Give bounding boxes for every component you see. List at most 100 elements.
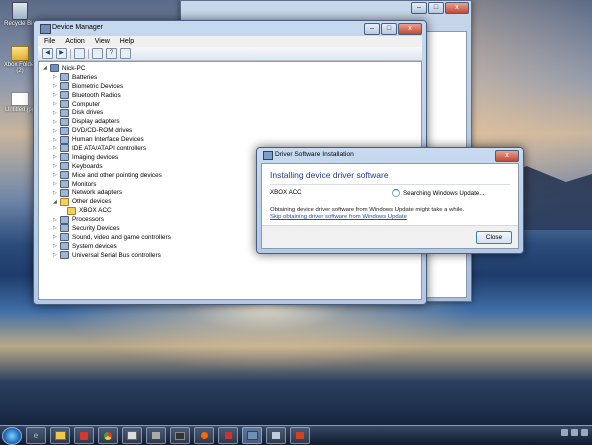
volume-tray-icon[interactable]: [571, 429, 578, 436]
tree-item[interactable]: ▷ Computer: [43, 100, 421, 109]
expand-arrow-icon[interactable]: ▷: [53, 217, 60, 223]
unknown-device-warning-icon: [67, 206, 76, 215]
disk-drive-icon: [60, 108, 69, 117]
tree-item-label: Network adapters: [72, 189, 123, 197]
install-status: Searching Windows Update...: [392, 189, 485, 197]
close-dialog-button[interactable]: Close: [476, 231, 512, 244]
dialog-title: Driver Software Installation: [275, 151, 354, 158]
menu-view[interactable]: View: [95, 38, 110, 45]
system-window-icon[interactable]: [266, 427, 286, 444]
other-devices-icon: [60, 197, 69, 206]
device-manager-taskbar-icon[interactable]: [242, 427, 262, 444]
system-tray: [561, 429, 588, 436]
expand-arrow-icon[interactable]: ▷: [53, 128, 60, 134]
tree-item[interactable]: ▷ Human Interface Devices: [43, 135, 421, 144]
expand-arrow-icon[interactable]: ▷: [53, 145, 60, 151]
tree-item-label: XBOX ACC: [79, 207, 112, 215]
forward-arrow-icon[interactable]: ▶: [56, 48, 67, 59]
expand-arrow-icon[interactable]: ▷: [53, 243, 60, 249]
tree-item[interactable]: ▷ DVD/CD-ROM drives: [43, 126, 421, 135]
tree-item-label: System devices: [72, 242, 117, 250]
tree-root[interactable]: ◢ Nick-PC: [43, 64, 421, 73]
expand-arrow-icon[interactable]: ▷: [53, 252, 60, 258]
info-note: Obtaining device driver software from Wi…: [270, 207, 465, 213]
paint-icon[interactable]: [122, 427, 142, 444]
expand-arrow-icon[interactable]: ▷: [53, 234, 60, 240]
tree-item[interactable]: ▷ Biometric Devices: [43, 82, 421, 91]
expand-arrow-icon[interactable]: ▷: [53, 137, 60, 143]
device-tool-icon[interactable]: [146, 427, 166, 444]
media-app-icon[interactable]: [74, 427, 94, 444]
tree-item-label: Bluetooth Radios: [72, 91, 121, 99]
internet-explorer-icon[interactable]: e: [26, 427, 46, 444]
menu-bar: File Action View Help: [38, 36, 422, 47]
maximize-button[interactable]: □: [381, 23, 397, 35]
tree-item-label: Human Interface Devices: [72, 136, 144, 144]
tree-item-label: Universal Serial Bus controllers: [72, 251, 161, 259]
start-orb-icon[interactable]: [2, 426, 22, 445]
power-tray-icon[interactable]: [581, 429, 588, 436]
expand-arrow-icon[interactable]: ▷: [53, 101, 60, 107]
expand-arrow-icon[interactable]: ▷: [53, 110, 60, 116]
expand-arrow-icon[interactable]: ▷: [53, 163, 60, 169]
expand-arrow-icon[interactable]: ▷: [53, 181, 60, 187]
network-tray-icon[interactable]: [561, 429, 568, 436]
install-status-text: Searching Windows Update...: [403, 189, 485, 197]
scan-hardware-icon[interactable]: [120, 48, 131, 59]
tree-item[interactable]: ▷ Disk drives: [43, 108, 421, 117]
bluetooth-icon: [60, 91, 69, 100]
close-button[interactable]: x: [495, 150, 519, 162]
skip-windows-update-link[interactable]: Skip obtaining driver software from Wind…: [270, 214, 407, 220]
collapse-arrow-icon[interactable]: ◢: [43, 65, 50, 71]
usb-icon: [60, 251, 69, 260]
close-button[interactable]: x: [445, 2, 469, 14]
dialog-footer: Close: [262, 225, 518, 248]
expand-arrow-icon[interactable]: ▷: [53, 92, 60, 98]
menu-file[interactable]: File: [44, 38, 55, 45]
back-arrow-icon[interactable]: ◀: [42, 48, 53, 59]
tree-item[interactable]: ▷ Bluetooth Radios: [43, 91, 421, 100]
driver-installation-dialog[interactable]: Driver Software Installation x Installin…: [256, 147, 524, 254]
app-red-icon[interactable]: [290, 427, 310, 444]
minimize-button[interactable]: –: [364, 23, 380, 35]
collapse-arrow-icon[interactable]: ◢: [53, 199, 60, 205]
expand-arrow-icon[interactable]: ▷: [53, 83, 60, 89]
tree-item-label: Other devices: [72, 198, 112, 206]
expand-arrow-icon[interactable]: ▷: [53, 190, 60, 196]
window-controls: – □ x: [411, 2, 469, 14]
maximize-button[interactable]: □: [428, 2, 444, 14]
keyboard-icon: [60, 162, 69, 171]
camera-icon: [60, 153, 69, 162]
network-adapter-icon: [60, 188, 69, 197]
minimize-button[interactable]: –: [411, 2, 427, 14]
display-adapter-icon: [60, 117, 69, 126]
window-controls: x: [495, 150, 519, 162]
menu-action[interactable]: Action: [65, 38, 84, 45]
chrome-icon[interactable]: [98, 427, 118, 444]
close-button[interactable]: x: [398, 23, 422, 35]
window-controls: – □ x: [364, 23, 422, 35]
toolbar-separator: [88, 48, 89, 59]
folder-explorer-icon[interactable]: [50, 427, 70, 444]
show-hide-console-tree-icon[interactable]: [74, 48, 85, 59]
tree-item-label: Mice and other pointing devices: [72, 171, 162, 179]
driver-install-icon: [263, 151, 273, 160]
image-file-icon: [11, 92, 29, 106]
tree-item[interactable]: ▷ Display adapters: [43, 117, 421, 126]
tree-item-label: Sound, video and game controllers: [72, 233, 171, 241]
properties-icon[interactable]: [92, 48, 103, 59]
expand-arrow-icon[interactable]: ▷: [53, 74, 60, 80]
camera-app-icon[interactable]: [170, 427, 190, 444]
computer-icon: [50, 64, 59, 73]
security-app-icon[interactable]: [218, 427, 238, 444]
expand-arrow-icon[interactable]: ▷: [53, 119, 60, 125]
expand-arrow-icon[interactable]: ▷: [53, 172, 60, 178]
help-icon[interactable]: ?: [106, 48, 117, 59]
toolbar-separator: [70, 48, 71, 59]
ide-controller-icon: [60, 144, 69, 153]
expand-arrow-icon[interactable]: ▷: [53, 225, 60, 231]
media-player-icon[interactable]: [194, 427, 214, 444]
menu-help[interactable]: Help: [120, 38, 134, 45]
tree-item[interactable]: ▷ Batteries: [43, 73, 421, 82]
expand-arrow-icon[interactable]: ▷: [53, 154, 60, 160]
